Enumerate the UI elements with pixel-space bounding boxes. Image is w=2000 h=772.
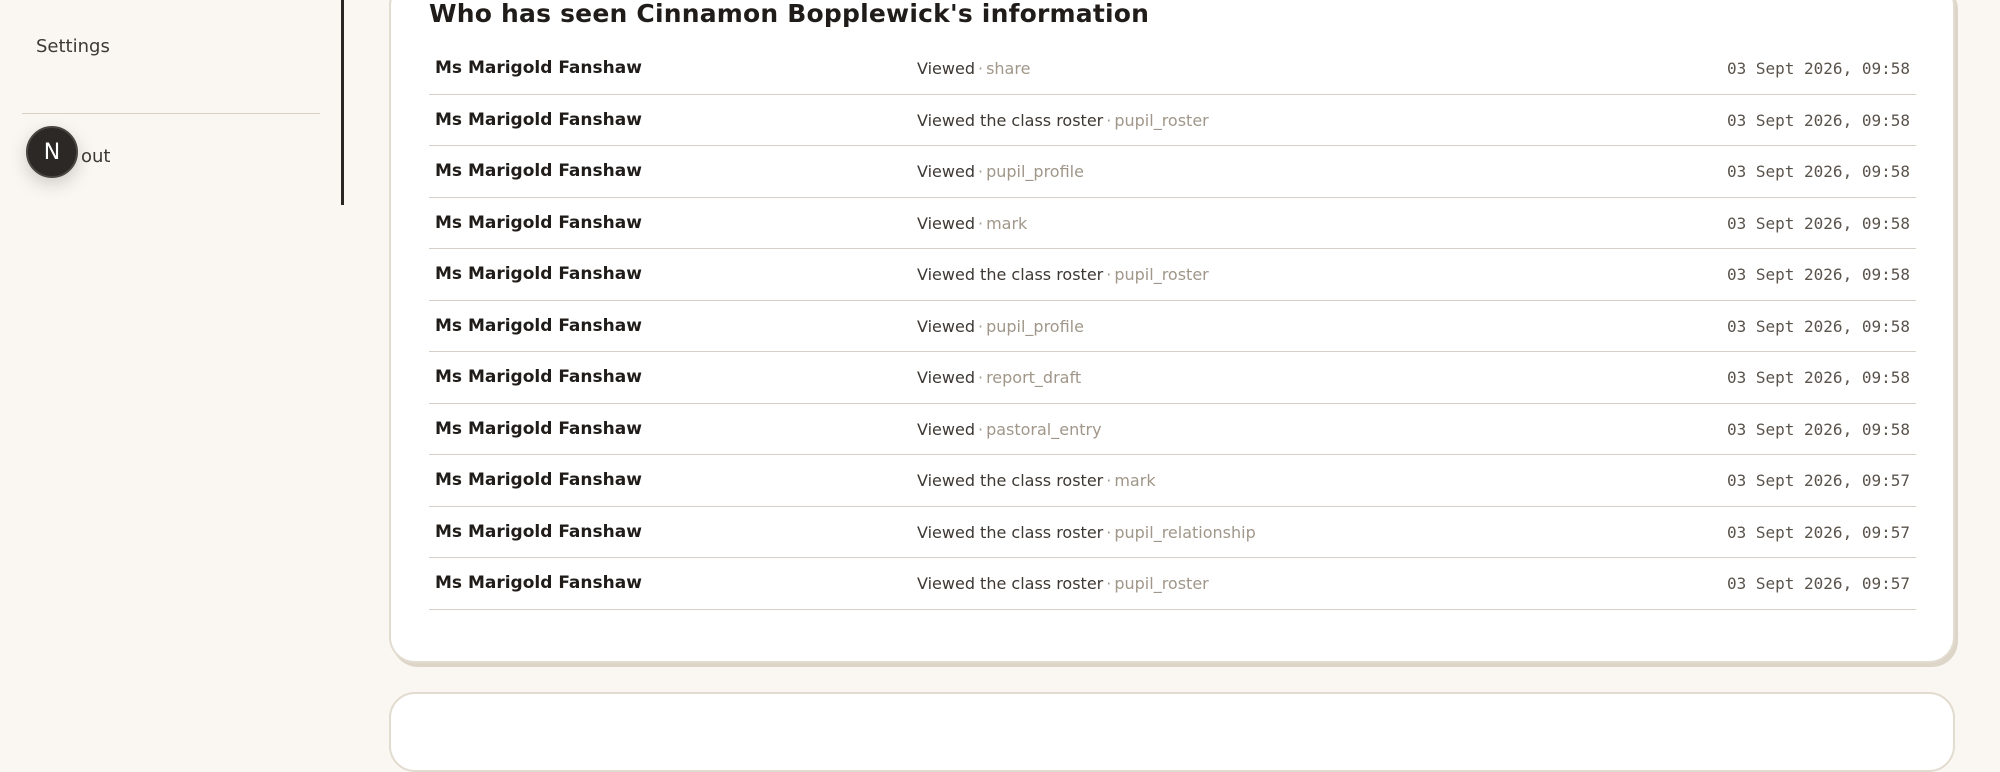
viewer-name: Ms Marigold Fanshaw [435, 315, 642, 336]
access-description: Viewed · mark [917, 214, 1027, 233]
access-log-row: Ms Marigold Fanshaw Viewed the class rost… [429, 95, 1916, 146]
access-action: Viewed [917, 59, 975, 78]
sidebar: Settings Sign out [0, 0, 345, 729]
viewer-name: Ms Marigold Fanshaw [435, 109, 642, 130]
access-timestamp: 03 Sept 2026, 09:58 [1726, 162, 1910, 181]
access-log-row: Ms Marigold Fanshaw Viewed the class rost… [429, 249, 1916, 301]
access-timestamp: 03 Sept 2026, 09:58 [1726, 265, 1910, 284]
access-log-row: Ms Marigold Fanshaw Viewed the class rost… [429, 455, 1916, 507]
sidebar-divider [22, 113, 320, 114]
access-action: Viewed [917, 419, 975, 439]
access-log-row: Ms Marigold Fanshaw Viewed · pastoral_entry… [429, 404, 1916, 455]
access-timestamp: 03 Sept 2026, 09:58 [1726, 419, 1910, 439]
resource-type: pupil_profile [986, 316, 1084, 336]
access-description: Viewed the class roster · pupil_roster [917, 574, 1209, 593]
viewer-name: Ms Marigold Fanshaw [435, 521, 642, 542]
access-timestamp: 03 Sept 2026, 09:57 [1726, 522, 1910, 542]
access-action: Viewed [917, 368, 975, 387]
separator-dot: · [977, 213, 984, 233]
access-description: Viewed · pupil_profile [917, 317, 1084, 336]
access-log-row: Ms Marigold Fanshaw Viewed the class rost… [429, 507, 1916, 558]
access-description: Viewed · share [917, 59, 1030, 78]
access-action: Viewed the class roster [917, 110, 1104, 130]
separator-dot: · [1106, 110, 1112, 130]
access-log-row: Ms Marigold Fanshaw Viewed the class rost… [429, 558, 1916, 610]
resource-type: share [986, 59, 1031, 78]
separator-dot: · [1106, 471, 1112, 490]
access-description: Viewed · report_draft [917, 368, 1081, 387]
access-log-row: Ms Marigold Fanshaw Viewed · pupil_profile 0… [429, 146, 1916, 198]
separator-dot: · [977, 59, 984, 78]
viewer-name: Ms Marigold Fanshaw [435, 58, 642, 78]
resource-type: pupil_roster [1114, 265, 1209, 284]
access-action: Viewed [917, 213, 975, 233]
viewer-name: Ms Marigold Fanshaw [435, 573, 642, 593]
access-timestamp: 03 Sept 2026, 09:58 [1726, 213, 1910, 233]
next-card [389, 692, 1955, 772]
access-action: Viewed the class roster [917, 265, 1104, 284]
access-log-row: Ms Marigold Fanshaw Viewed · pupil_profile 0… [429, 301, 1916, 352]
separator-dot: · [977, 368, 984, 387]
access-timestamp: 03 Sept 2026, 09:57 [1726, 574, 1910, 593]
separator-dot: · [1106, 522, 1112, 542]
access-log-row: Ms Marigold Fanshaw Viewed · mark 03 Sept 20… [429, 198, 1916, 249]
access-timestamp: 03 Sept 2026, 09:58 [1726, 110, 1910, 130]
resource-type: pupil_roster [1114, 574, 1209, 593]
access-description: Viewed · pastoral_entry [917, 420, 1102, 439]
access-timestamp: 03 Sept 2026, 09:57 [1726, 471, 1910, 490]
separator-dot: · [977, 316, 984, 336]
sidebar-border [341, 0, 344, 205]
resource-type: mark [1114, 471, 1156, 490]
access-timestamp: 03 Sept 2026, 09:58 [1726, 59, 1910, 78]
resource-type: pupil_roster [1114, 110, 1209, 130]
avatar-button[interactable]: N [26, 126, 78, 178]
separator-dot: · [1106, 574, 1112, 593]
viewer-name: Ms Marigold Fanshaw [435, 161, 642, 181]
access-action: Viewed the class roster [917, 522, 1104, 542]
access-timestamp: 03 Sept 2026, 09:58 [1726, 368, 1910, 387]
access-log-row: Ms Marigold Fanshaw Viewed · report_draft 03… [429, 352, 1916, 404]
separator-dot: · [977, 419, 984, 439]
card-title: Who has seen Cinnamon Bopplewick's infor… [429, 0, 1150, 28]
access-description: Viewed the class roster · mark [917, 471, 1156, 490]
access-action: Viewed the class roster [917, 574, 1104, 593]
resource-type: report_draft [986, 368, 1082, 387]
access-description: Viewed the class roster · pupil_relationsh… [917, 523, 1256, 542]
access-description: Viewed the class roster · pupil_roster [917, 111, 1209, 130]
access-description: Viewed · pupil_profile [917, 162, 1084, 181]
access-action: Viewed the class roster [917, 471, 1104, 490]
separator-dot: · [977, 162, 984, 181]
resource-type: pupil_relationship [1114, 522, 1256, 542]
access-log-list: Ms Marigold Fanshaw Viewed · share 03 Sept 2… [429, 43, 1916, 610]
resource-type: mark [986, 213, 1028, 233]
viewer-name: Ms Marigold Fanshaw [435, 418, 642, 439]
access-description: Viewed the class roster · pupil_roster [917, 265, 1209, 284]
viewer-name: Ms Marigold Fanshaw [435, 367, 642, 387]
access-log-row: Ms Marigold Fanshaw Viewed · share 03 Sept 2… [429, 43, 1916, 95]
viewer-name: Ms Marigold Fanshaw [435, 470, 642, 490]
access-timestamp: 03 Sept 2026, 09:58 [1726, 316, 1910, 336]
separator-dot: · [1106, 265, 1112, 284]
viewer-name: Ms Marigold Fanshaw [435, 264, 642, 284]
access-action: Viewed [917, 316, 975, 336]
viewer-name: Ms Marigold Fanshaw [435, 212, 642, 233]
access-action: Viewed [917, 162, 975, 181]
resource-type: pupil_profile [986, 162, 1084, 181]
sidebar-item-settings[interactable]: Settings [36, 36, 110, 57]
resource-type: pastoral_entry [986, 419, 1102, 439]
